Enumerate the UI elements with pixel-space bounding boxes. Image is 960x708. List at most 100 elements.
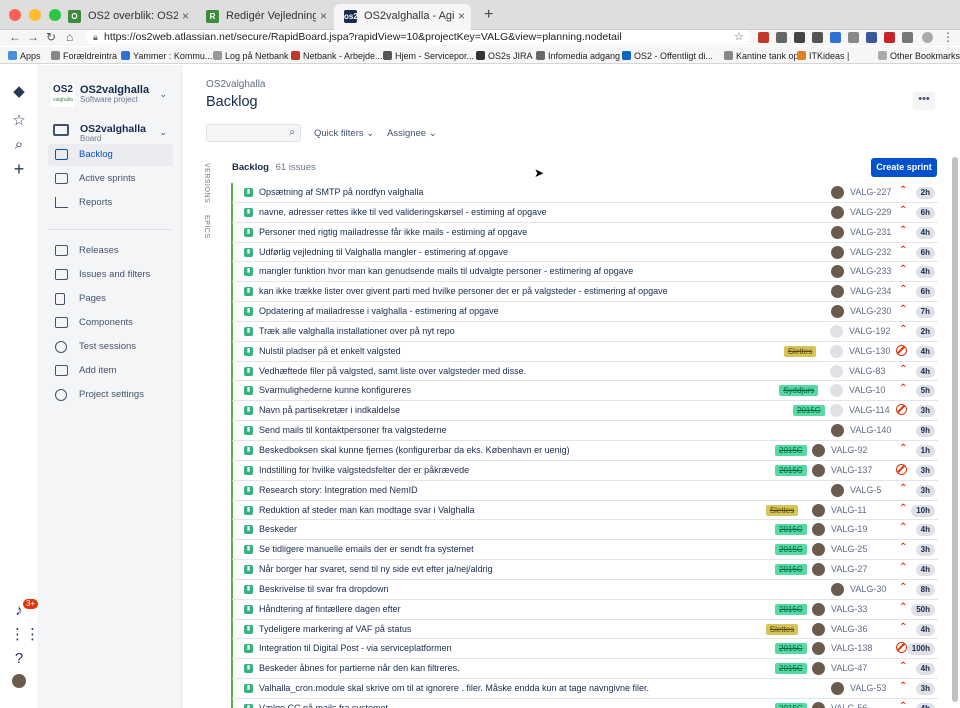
more-actions-button[interactable]: ••• — [913, 92, 935, 110]
bookmark-item[interactable]: Log på Netbank — [213, 51, 289, 61]
assignee-dropdown[interactable]: Assignee ⌄ — [387, 128, 437, 139]
issue-key[interactable]: VALG-192 — [849, 326, 890, 336]
issue-key[interactable]: VALG-11 — [831, 505, 867, 515]
chevron-down-icon[interactable]: ⌄ — [159, 89, 167, 100]
sidebar-item-releases[interactable]: Releases — [48, 240, 173, 262]
versions-panel-toggle[interactable]: VERSIONS — [203, 163, 210, 203]
issue-key[interactable]: VALG-227 — [850, 187, 891, 197]
issue-key[interactable]: VALG-10 — [849, 385, 885, 395]
assignee-avatar[interactable] — [830, 404, 843, 418]
epic-label[interactable]: 2015C — [793, 405, 825, 417]
issue-row[interactable]: ▮ mangler funktion hvor man kan genudsend… — [231, 262, 938, 283]
epic-label[interactable]: 2015C — [775, 603, 807, 615]
back-arrow-icon[interactable]: ← — [9, 30, 21, 44]
epic-label[interactable]: 2015C — [775, 544, 807, 556]
issue-row[interactable]: ▮ Træk alle valghalla installationer over… — [231, 321, 938, 342]
epic-label[interactable]: 2015C — [775, 564, 807, 576]
bookmark-item[interactable]: OS2s JIRA — [476, 51, 533, 61]
assignee-avatar[interactable] — [831, 186, 844, 199]
sidebar-item-add-item[interactable]: Add item — [48, 360, 173, 382]
epic-label[interactable]: 2015C — [775, 663, 807, 675]
issue-row[interactable]: ▮ Navn på partisekretær i indkaldelse 2015… — [231, 401, 938, 422]
extension-icon[interactable] — [848, 32, 859, 43]
issue-row[interactable]: ▮ Beskedboksen skal kunne fjernes (konfig… — [231, 440, 938, 461]
issue-key[interactable]: VALG-19 — [831, 524, 867, 534]
issue-key[interactable]: VALG-53 — [850, 683, 886, 693]
epic-label[interactable]: Slettes — [765, 504, 799, 516]
close-icon[interactable]: × — [458, 9, 465, 23]
issue-row[interactable]: ▮ Se tidligere manuelle emails der er sen… — [231, 540, 938, 561]
assignee-avatar[interactable] — [831, 424, 844, 438]
issue-key[interactable]: VALG-233 — [850, 266, 891, 276]
bookmark-item[interactable]: Infomedia adgang — [536, 51, 620, 61]
epic-label[interactable]: Syddjurs — [779, 385, 819, 397]
help-icon[interactable]: ? — [10, 650, 28, 668]
bookmark-item[interactable]: Yammer : Kommu... — [121, 51, 212, 61]
issue-key[interactable]: VALG-27 — [831, 564, 867, 574]
quick-filters-dropdown[interactable]: Quick filters ⌄ — [314, 128, 374, 139]
jira-logo-icon[interactable]: ◆ — [10, 83, 28, 101]
create-sprint-button[interactable]: Create sprint — [871, 158, 937, 177]
assignee-avatar[interactable] — [831, 245, 844, 259]
issue-row[interactable]: ▮ Tydeligere markering af VAF på status Sl… — [231, 619, 938, 640]
assignee-avatar[interactable] — [812, 543, 825, 557]
reload-icon[interactable]: ↻ — [46, 30, 56, 44]
issue-row[interactable]: ▮ Udførlig vejledning til Valghalla mangl… — [231, 242, 938, 263]
assignee-avatar[interactable] — [812, 463, 825, 477]
issue-row[interactable]: ▮ Integration til Digital Post - via serv… — [231, 639, 938, 660]
issue-key[interactable]: VALG-5 — [850, 485, 881, 495]
issue-key[interactable]: VALG-83 — [849, 366, 885, 376]
sidebar-item-test-sessions[interactable]: Test sessions — [48, 336, 173, 358]
issue-key[interactable]: VALG-25 — [831, 544, 867, 554]
epic-label[interactable]: 2015C — [775, 643, 807, 655]
profile-avatar-icon[interactable] — [12, 674, 26, 688]
breadcrumb[interactable]: OS2valghalla — [206, 79, 265, 90]
issue-row[interactable]: ▮ Opsætning af SMTP på nordfyn valghalla V… — [231, 183, 938, 203]
assignee-avatar[interactable] — [812, 622, 825, 636]
bookmark-item[interactable]: Kantine tank op — [724, 51, 799, 61]
epic-label[interactable]: 2015C — [775, 702, 807, 708]
assignee-avatar[interactable] — [831, 205, 844, 219]
assignee-avatar[interactable] — [831, 265, 844, 279]
sidebar-item-components[interactable]: Components — [48, 312, 173, 334]
issue-row[interactable]: ▮ Research story: Integration med NemID VA… — [231, 480, 938, 501]
issue-row[interactable]: ▮ Beskrivelse til svar fra dropdown VALG-3… — [231, 579, 938, 600]
bookmark-item[interactable]: ITKideas | — [797, 51, 849, 61]
issue-row[interactable]: ▮ Nulstil pladser på et enkelt valgsted Sl… — [231, 341, 938, 362]
issue-key[interactable]: VALG-137 — [831, 465, 872, 475]
extension-icon[interactable] — [794, 32, 805, 43]
epic-label[interactable]: Slettes — [765, 623, 799, 635]
assignee-avatar[interactable] — [830, 364, 843, 378]
scrollbar[interactable] — [952, 157, 958, 702]
issue-key[interactable]: VALG-36 — [831, 624, 867, 634]
star-icon[interactable]: ☆ — [10, 112, 28, 130]
assignee-avatar[interactable] — [830, 344, 843, 358]
assignee-avatar[interactable] — [830, 324, 843, 338]
browser-tab[interactable]: R Redigér Vejledning Opret en ny × — [196, 4, 333, 30]
epic-label[interactable]: 2015C — [775, 524, 807, 536]
search-icon[interactable]: ⌕ — [10, 136, 28, 154]
issue-key[interactable]: VALG-130 — [849, 346, 890, 356]
issue-row[interactable]: ▮ Håndtering af fintællere dagen efter 201… — [231, 599, 938, 620]
sidebar-item-active-sprints[interactable]: Active sprints — [48, 168, 173, 190]
issue-key[interactable]: VALG-114 — [849, 405, 890, 415]
assignee-avatar[interactable] — [831, 305, 844, 319]
assignee-avatar[interactable] — [812, 602, 825, 616]
close-icon[interactable]: × — [320, 9, 327, 23]
assignee-avatar[interactable] — [812, 563, 825, 577]
bookmark-item[interactable]: Forældreintra — [51, 51, 117, 61]
assignee-avatar[interactable] — [831, 225, 844, 239]
bookmark-star-icon[interactable]: ☆ — [734, 30, 744, 43]
issue-row[interactable]: ▮ Vælge CC på mails fra systemet 2015C VALG… — [231, 698, 938, 708]
sidebar-item-project-settings[interactable]: Project settings — [48, 384, 173, 406]
sidebar-item-pages[interactable]: Pages — [48, 288, 173, 310]
issue-row[interactable]: ▮ Beskeder åbnes for partierne når den ka… — [231, 659, 938, 680]
issue-row[interactable]: ▮ Når borger har svaret, send til ny side… — [231, 560, 938, 580]
bookmark-item[interactable]: Hjem - Servicepor... — [383, 51, 474, 61]
browser-tab[interactable]: os2 OS2valghalla - Agile Board - OS2 × — [334, 4, 471, 30]
extension-icon[interactable] — [830, 32, 841, 43]
epic-label[interactable]: 2015C — [775, 464, 807, 476]
assignee-avatar[interactable] — [831, 285, 844, 299]
issue-key[interactable]: VALG-234 — [850, 286, 891, 296]
sidebar-item-issues-and-filters[interactable]: Issues and filters — [48, 264, 173, 286]
